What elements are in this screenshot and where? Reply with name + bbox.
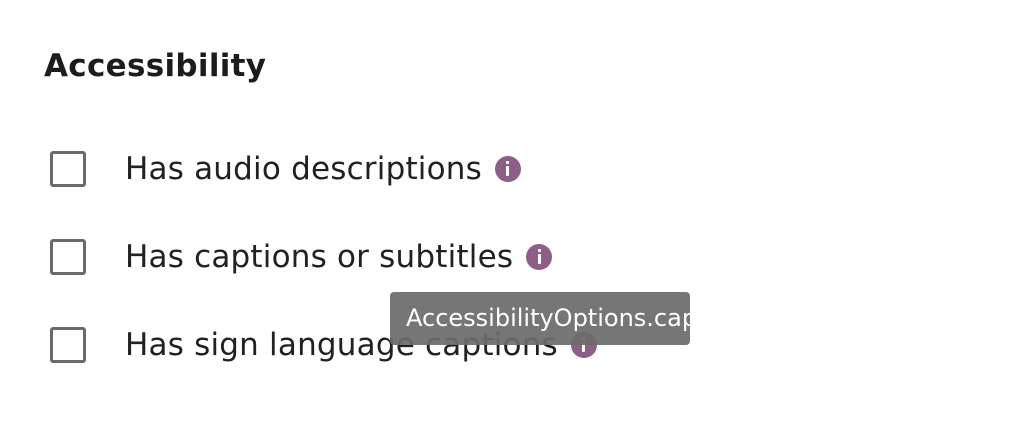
info-icon[interactable]: [526, 244, 553, 270]
section-title: Accessibility: [44, 48, 267, 84]
audio-descriptions-checkbox[interactable]: [50, 151, 86, 187]
captions-subtitles-checkbox[interactable]: [50, 239, 86, 275]
tooltip-text: AccessibilityOptions.cap: [406, 304, 690, 332]
option-audio-descriptions[interactable]: Has audio descriptions: [50, 151, 521, 187]
tooltip: AccessibilityOptions.cap: [390, 292, 690, 345]
audio-descriptions-label[interactable]: Has audio descriptions: [125, 151, 482, 187]
captions-subtitles-label[interactable]: Has captions or subtitles: [125, 239, 513, 275]
info-icon[interactable]: [494, 156, 521, 182]
option-captions-subtitles[interactable]: Has captions or subtitles: [50, 239, 553, 275]
sign-language-captions-checkbox[interactable]: [50, 327, 86, 363]
